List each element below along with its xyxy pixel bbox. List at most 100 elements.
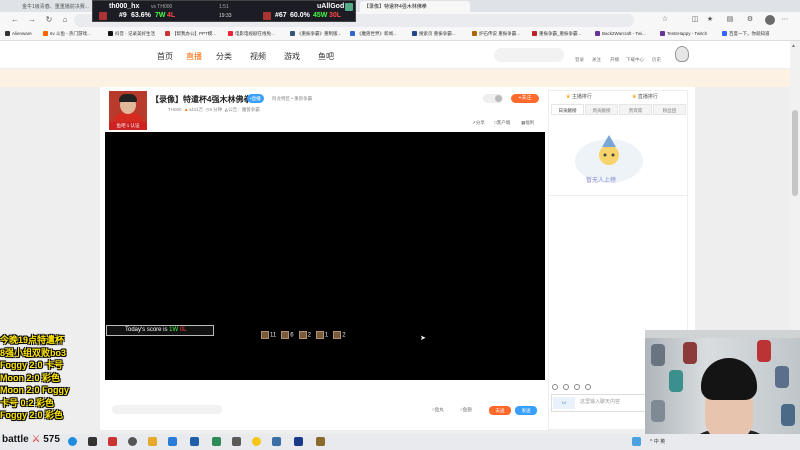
nav-item-live[interactable]: 直播 — [186, 51, 202, 62]
bookmark-icon — [165, 31, 170, 36]
bookmark-icon — [660, 31, 665, 36]
bookmark-item[interactable]: 百度一下，你就知道 — [722, 31, 770, 37]
bookmark-item[interactable]: 抖音 - 记录美好生活 — [108, 31, 155, 37]
nav-item-video[interactable]: 视频 — [250, 51, 266, 62]
trophy-icon: ♛ — [632, 94, 637, 100]
fans-toggle[interactable] — [483, 94, 503, 103]
home-icon[interactable]: ⌂ — [60, 15, 70, 25]
schedule-line: 今晚19点特遣杯 — [0, 335, 65, 345]
browser-tab[interactable]: 金牛1级青春、重重播前决赛... — [18, 1, 92, 12]
bookmark-item[interactable]: 6v 斗鱼 - 热门游戏... — [43, 31, 91, 37]
bookmark-item[interactable]: 【帮我办公】PPT模... — [165, 31, 216, 37]
app-icon[interactable] — [190, 437, 199, 446]
emoji-icon[interactable] — [552, 384, 558, 390]
browser-tab-active[interactable]: 【录像】特遣杯4强木林佛拳 — [360, 1, 470, 12]
welfare-link[interactable]: ▦福利 — [521, 120, 534, 126]
favorites-icon[interactable]: ★ — [705, 15, 715, 25]
user-link-history[interactable]: 历史 — [652, 57, 661, 63]
user-link-follow[interactable]: 关注 — [592, 57, 601, 63]
client-link[interactable]: □客户端 — [494, 120, 510, 126]
host-tag: 鱼吧 1 认证 — [109, 122, 147, 130]
profile-avatar[interactable] — [765, 15, 775, 25]
bookmark-item[interactable]: 重振争霸_重振争霸... — [532, 31, 581, 37]
tab-vip-seats[interactable]: 贵宾席 — [619, 104, 652, 115]
figurine — [651, 400, 665, 422]
fishfin-control[interactable]: ○鱼翅 — [460, 407, 472, 413]
tab-live-ranking[interactable]: ♛ 直播排行 — [632, 93, 658, 100]
app-icon[interactable] — [232, 437, 241, 446]
tab-daily-contribution[interactable]: 日贡献榜 — [551, 104, 584, 115]
scroll-up-icon[interactable]: ▲ — [791, 43, 796, 49]
user-link-login[interactable]: 登录 — [575, 57, 584, 63]
player1-sub: vs TH000 — [151, 4, 173, 10]
nav-item-forum[interactable]: 鱼吧 — [318, 51, 334, 62]
bookmark-item[interactable]: Back2Warcraft - Twi... — [595, 31, 646, 36]
star-icon[interactable]: ☆ — [660, 15, 670, 25]
back-icon[interactable]: ← — [10, 15, 20, 25]
app-icon[interactable] — [148, 437, 157, 446]
streamer-webcam — [645, 330, 800, 450]
follow-button[interactable]: +关注 — [511, 94, 539, 103]
tab-host-ranking[interactable]: ♛ 主播排行 — [566, 93, 592, 100]
fishball-control[interactable]: ○鱼丸 — [432, 407, 444, 413]
refresh-icon[interactable]: ↻ — [44, 15, 54, 25]
bookmark-icon — [472, 31, 477, 36]
score-prefix: Today's score is — [125, 327, 170, 333]
bookmark-item[interactable]: 炉石传说 重振争霸... — [472, 31, 520, 37]
resource-item: 2 — [333, 331, 346, 339]
app-icon[interactable] — [252, 437, 261, 446]
app-icon[interactable] — [212, 437, 221, 446]
collections-icon[interactable]: ▤ — [725, 15, 735, 25]
scrollbar-thumb[interactable] — [792, 110, 798, 196]
player1-winrate: 63.6% — [131, 12, 151, 19]
room-category[interactable]: 阿龙特区 • 重新争霸 — [272, 96, 312, 102]
nav-item-category[interactable]: 分类 — [216, 51, 232, 62]
app-icon[interactable] — [108, 437, 117, 446]
decorative-banner — [0, 69, 800, 87]
app-icon[interactable] — [294, 437, 303, 446]
nav-item-games[interactable]: 游戏 — [284, 51, 300, 62]
host-name[interactable]: TH000 — [168, 107, 182, 112]
app-icon[interactable] — [272, 437, 281, 446]
bookmark-item[interactable]: 《魔兽世界》新闻... — [350, 31, 397, 37]
share-link[interactable]: ↗分享 — [472, 120, 485, 126]
schedule-line: 8强小组双败bo3 — [0, 347, 67, 358]
fans-icon[interactable] — [585, 384, 591, 390]
resource-item: 6 — [281, 331, 294, 339]
nav-item-home[interactable]: 首页 — [157, 51, 173, 62]
bookmark-item[interactable]: TestsHappy - Twitch — [660, 31, 707, 36]
extensions-icon[interactable]: ⚙ — [745, 15, 755, 25]
mascot-icon[interactable] — [675, 46, 689, 62]
bookmark-item[interactable]: Alienware — [5, 31, 32, 36]
gift-box-icon[interactable] — [574, 384, 580, 390]
edge-icon[interactable] — [68, 437, 77, 446]
message-icon[interactable] — [563, 384, 569, 390]
app-icon[interactable] — [316, 437, 325, 446]
bookmark-item[interactable]: 《重振争霸》重制版... — [290, 31, 341, 37]
figurine — [775, 366, 789, 388]
forward-icon[interactable]: → — [27, 15, 37, 25]
bookmark-icon — [532, 31, 537, 36]
app-icon[interactable] — [168, 437, 177, 446]
player1-race-icon — [99, 12, 107, 20]
send-button[interactable]: 发送 — [515, 406, 537, 415]
video-player[interactable] — [105, 132, 545, 380]
app-icon[interactable] — [88, 437, 97, 446]
user-link-broadcast[interactable]: 开播 — [610, 57, 619, 63]
battle-counter: battle ⚔ 575 — [2, 434, 60, 445]
gift-button[interactable]: 去送 — [489, 406, 511, 415]
score-losses: 0L — [179, 327, 187, 333]
split-screen-icon[interactable]: ◫ — [690, 15, 700, 25]
system-tray[interactable]: ^ 中 英 — [650, 438, 665, 445]
tab-weekly-contribution[interactable]: 周贡献榜 — [585, 104, 618, 115]
system-tray-icon[interactable] — [632, 437, 641, 446]
app-icon[interactable] — [128, 437, 137, 446]
bookmark-item[interactable]: 搜索页 重振争霸... — [412, 31, 456, 37]
sword-icon: ⚔ — [31, 434, 41, 445]
site-search-input[interactable] — [494, 48, 564, 62]
tab-fan-club[interactable]: 粉丝团 — [653, 104, 686, 115]
user-level-badge: LV — [553, 397, 575, 409]
user-link-download[interactable]: 下载中心 — [626, 57, 644, 63]
bookmark-item[interactable]: 电影电视剧在线免... — [228, 31, 275, 37]
menu-icon[interactable]: ⋯ — [780, 15, 790, 25]
